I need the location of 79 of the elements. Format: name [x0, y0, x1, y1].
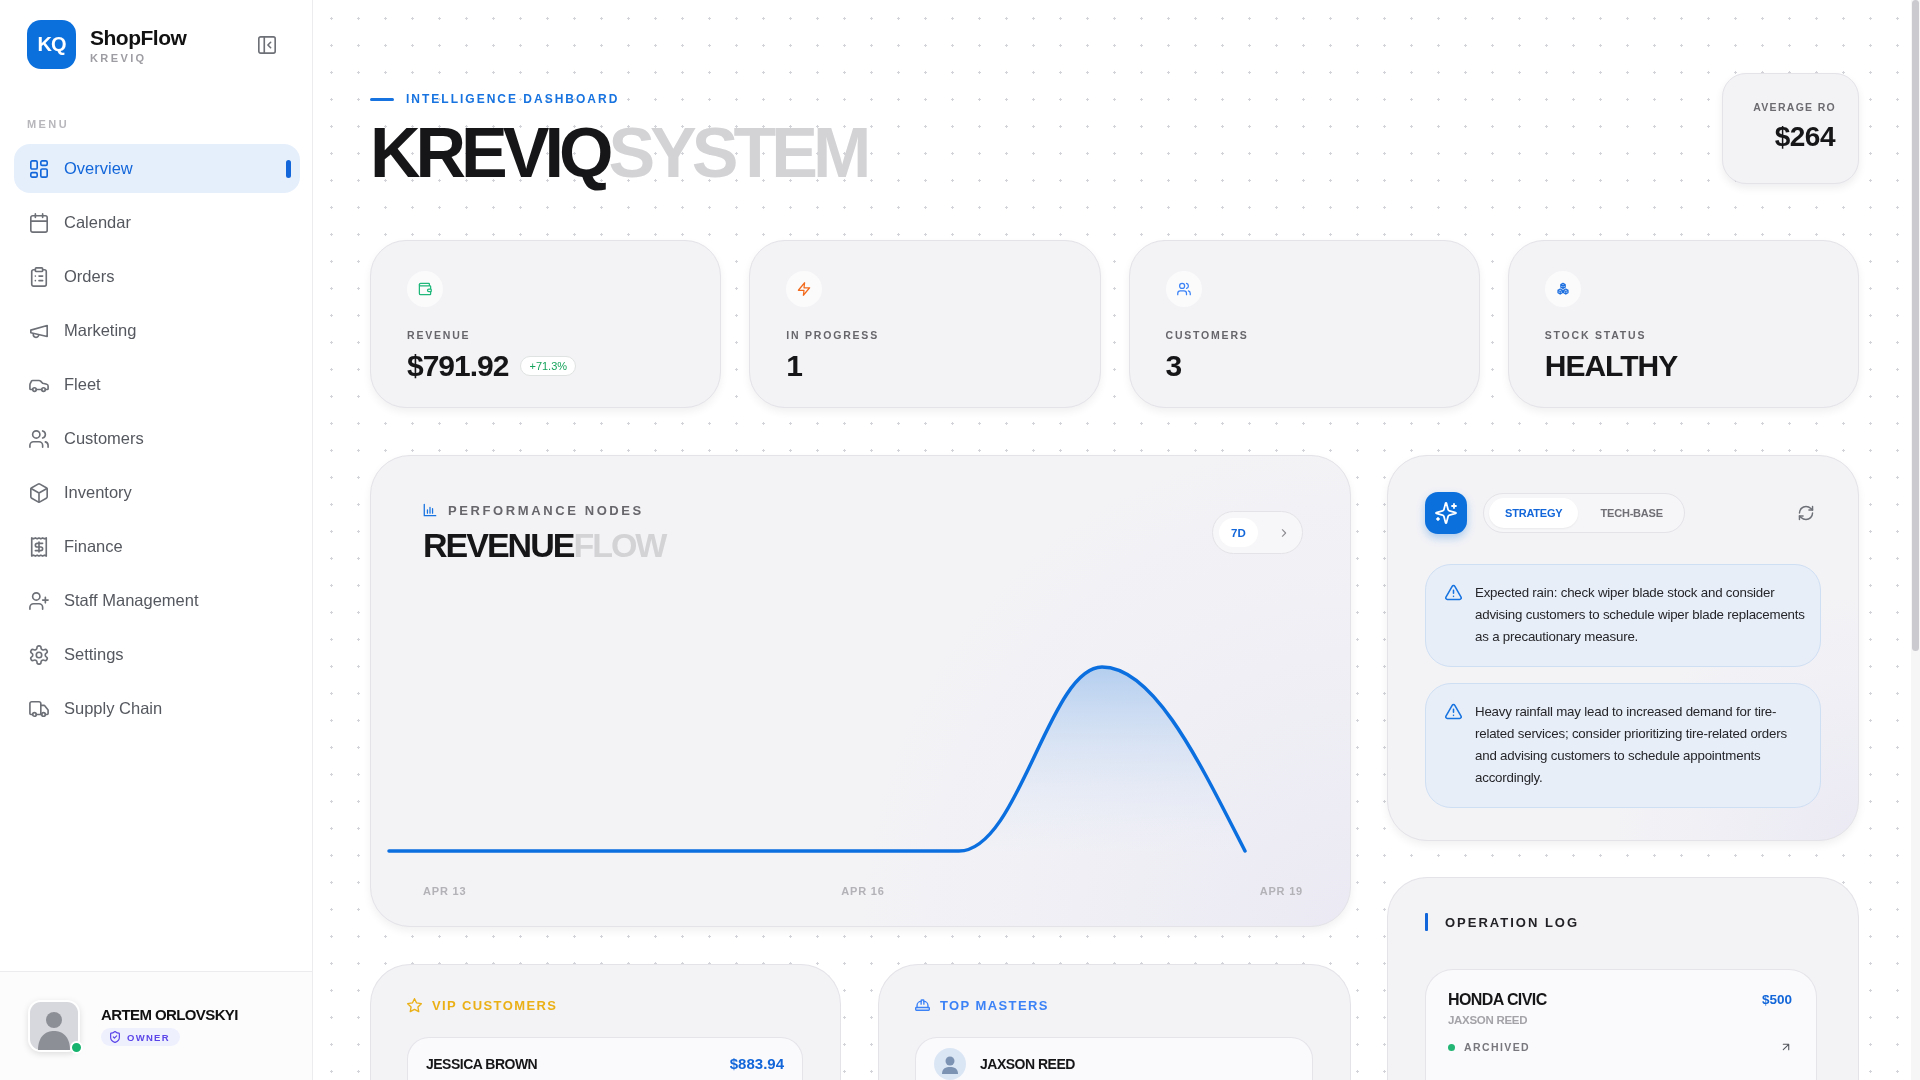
- card-title: TOP MASTERS: [940, 997, 1049, 1013]
- nav-item[interactable]: Customers: [14, 414, 300, 463]
- customer-amount: $883.94: [729, 1054, 784, 1074]
- page-eyebrow: INTELLIGENCE DASHBOARD: [406, 92, 620, 106]
- user-plus-icon: [29, 590, 49, 611]
- user-avatar: [28, 1000, 80, 1052]
- shield-check-icon: [109, 1031, 121, 1043]
- hard-hat-icon: [915, 997, 930, 1013]
- customer-name: JESSICA BROWN: [426, 1055, 539, 1074]
- nav-item[interactable]: Overview: [14, 144, 300, 193]
- nav-item[interactable]: Finance: [14, 522, 300, 571]
- status-label: ARCHIVED: [1464, 1041, 1531, 1053]
- section-title: OPERATION LOG: [1445, 914, 1580, 930]
- nav-item[interactable]: Inventory: [14, 468, 300, 517]
- change-badge: +71.3%: [520, 356, 577, 376]
- stat-value: HEALTHY: [1544, 348, 1679, 384]
- vehicle-name: HONDA CIVIC: [1448, 990, 1548, 1009]
- metric-label: AVERAGE RO: [1753, 101, 1836, 113]
- axis-label: APR 13: [423, 885, 467, 898]
- truck-icon: [29, 698, 49, 719]
- ai-assistant-button[interactable]: [1425, 492, 1467, 534]
- active-indicator: [286, 159, 291, 178]
- card-title: VIP CUSTOMERS: [432, 997, 558, 1013]
- chart-eyebrow: PERFORMANCE NODES: [448, 502, 644, 518]
- stat-label: REVENUE: [407, 329, 471, 342]
- bar-chart-icon: [423, 503, 437, 517]
- nav-item[interactable]: Fleet: [14, 360, 300, 409]
- stat-label: IN PROGRESS: [786, 329, 879, 342]
- stat-value: $791.92: [407, 348, 510, 384]
- nav-item[interactable]: Orders: [14, 252, 300, 301]
- arrow-up-right-icon[interactable]: [1780, 1041, 1792, 1053]
- calendar-icon: [29, 212, 49, 233]
- nav-item[interactable]: Calendar: [14, 198, 300, 247]
- axis-label: APR 19: [1259, 885, 1303, 898]
- nav-item[interactable]: Marketing: [14, 306, 300, 355]
- app-name: ShopFlow: [90, 25, 188, 50]
- axis-label: APR 16: [841, 885, 885, 898]
- nav-item[interactable]: Settings: [14, 630, 300, 679]
- alert-text: Heavy rainfall may lead to increased demand for tire-related services; consider prioritizing tire-related orders and advising customers to schedule appointments accordingly.: [1475, 703, 1788, 787]
- grid-icon: [29, 158, 49, 179]
- star-icon: [407, 997, 422, 1013]
- scrollbar-thumb[interactable]: [1912, 0, 1919, 651]
- app-subtitle: KREVIQ: [90, 52, 147, 64]
- clipboard-icon: [29, 266, 49, 287]
- technician-name: JAXSON REED: [1448, 1014, 1529, 1026]
- role-label: OWNER: [127, 1031, 170, 1043]
- tab[interactable]: STRATEGY: [1489, 498, 1579, 528]
- receipt-icon: [29, 536, 49, 557]
- stat-label: STOCK STATUS: [1544, 329, 1647, 342]
- metric-value: $264: [1774, 121, 1836, 153]
- alert-text: Expected rain: check wiper blade stock and consider advising customers to schedule wiper blade replacements as a precautionary measure.: [1475, 584, 1806, 646]
- log-entry[interactable]: HONDA CIVIC $500 JAXSON REED ARCHIVED: [1425, 969, 1817, 1080]
- master-avatar: [934, 1048, 966, 1080]
- warning-icon: [1445, 703, 1462, 720]
- stat-value: 3: [1165, 348, 1183, 384]
- tab[interactable]: TECH-BASE: [1584, 498, 1679, 528]
- cubes-icon: [1544, 271, 1581, 307]
- stat-label: CUSTOMERS: [1165, 329, 1249, 342]
- range-option[interactable]: 7D: [1219, 518, 1258, 547]
- warning-icon: [1445, 584, 1462, 601]
- stat-value: 1: [786, 348, 803, 384]
- users-icon: [29, 428, 49, 449]
- master-row[interactable]: JAXSON REED: [915, 1037, 1313, 1080]
- package-icon: [29, 482, 49, 503]
- sidebar-toggle-icon[interactable]: [257, 34, 277, 55]
- sparkles-icon: [1435, 502, 1457, 524]
- user-name: ARTEM ORLOVSKYI: [101, 1006, 239, 1023]
- app-logo: KQ: [27, 20, 76, 69]
- users-icon: [1165, 271, 1202, 307]
- customer-row[interactable]: JESSICA BROWN $883.94: [407, 1037, 803, 1080]
- refresh-icon[interactable]: [1798, 505, 1814, 521]
- lightning-icon: [786, 271, 823, 307]
- master-name: JAXSON REED: [980, 1055, 1076, 1074]
- entry-amount: $500: [1761, 992, 1792, 1007]
- nav-item[interactable]: Supply Chain: [14, 684, 300, 733]
- wallet-icon: [407, 271, 443, 307]
- nav-item[interactable]: Staff Management: [14, 576, 300, 625]
- settings-icon: [29, 644, 49, 665]
- menu-heading: MENU: [27, 118, 69, 131]
